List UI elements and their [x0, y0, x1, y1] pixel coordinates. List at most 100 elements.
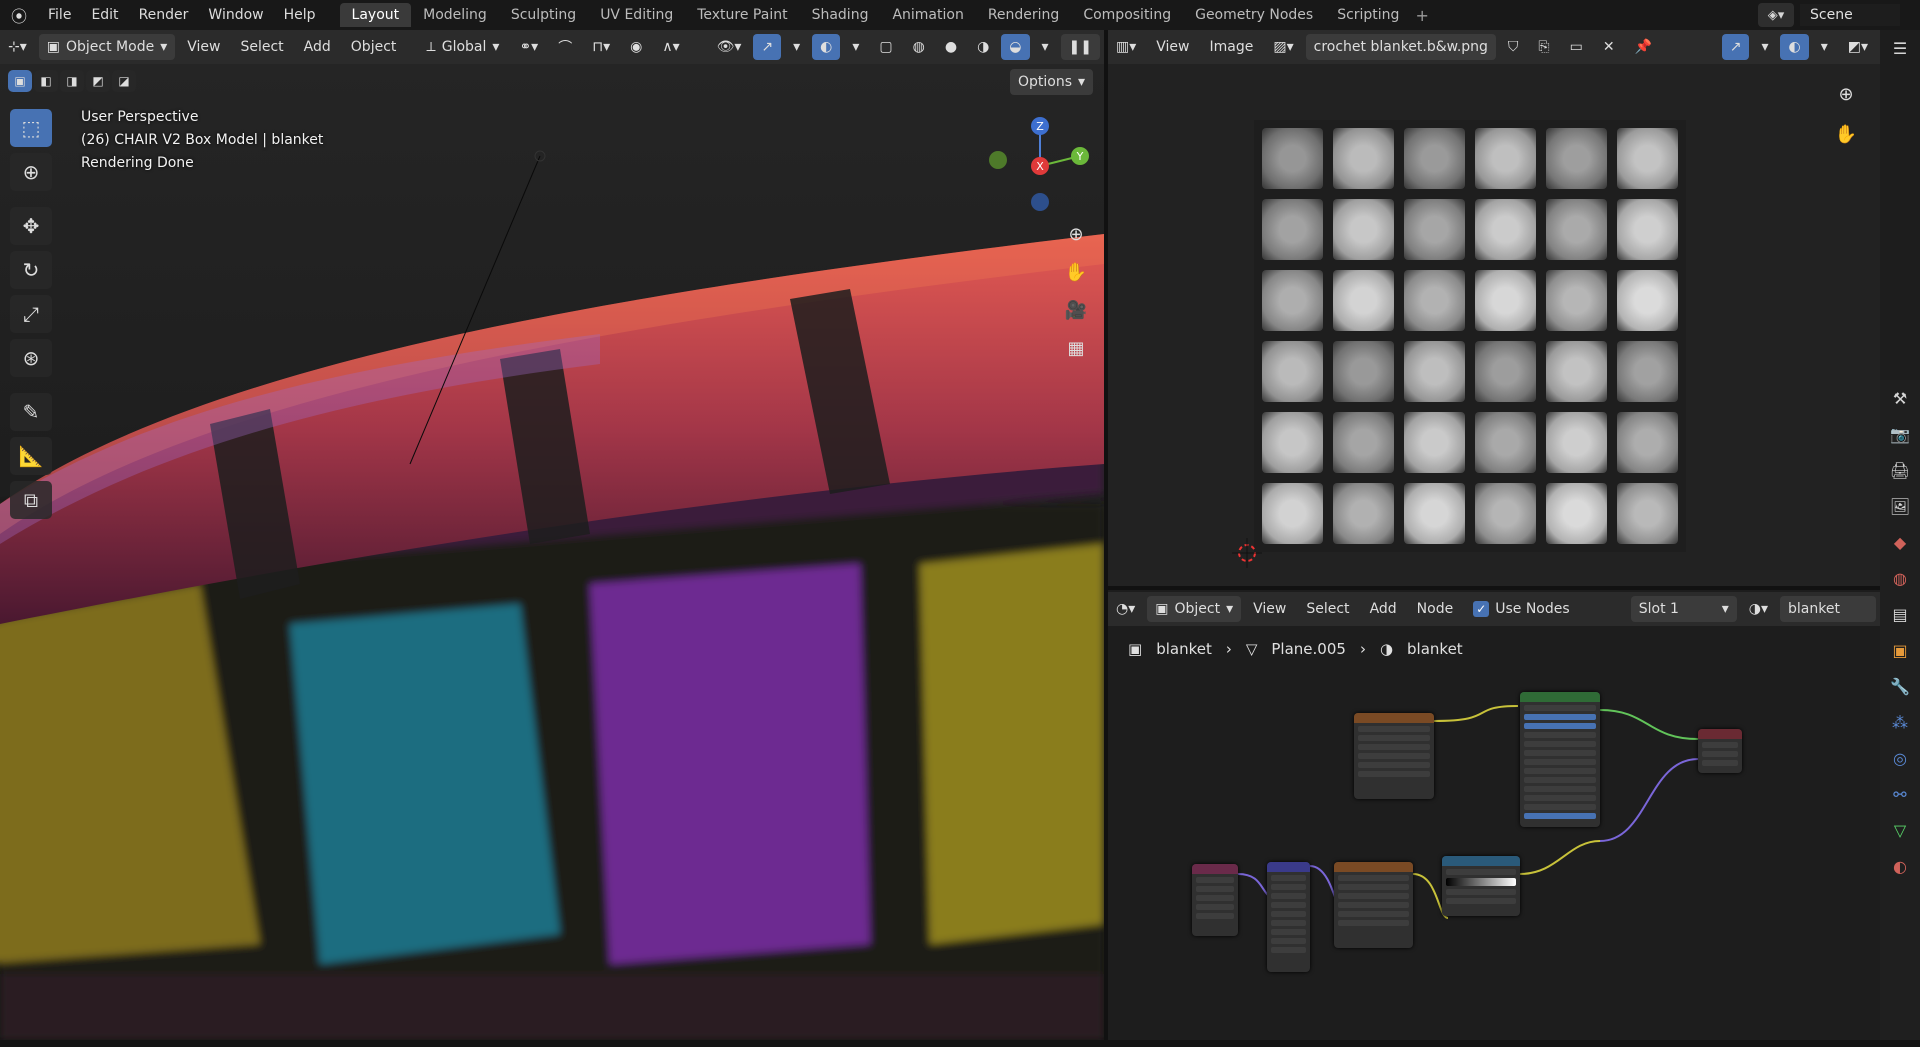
menu-file[interactable]: File — [38, 7, 81, 23]
navigation-gizmo[interactable]: Z X Y — [980, 104, 1100, 224]
scene-icon[interactable]: ◈▾ — [1758, 3, 1794, 27]
proportional-edit-icon[interactable]: ◉ — [622, 34, 650, 60]
shading-solid-icon[interactable]: ● — [937, 34, 965, 60]
select-subtract-icon[interactable]: ◨ — [60, 70, 84, 92]
data-properties-icon[interactable]: ▽ — [1880, 812, 1920, 848]
material-name-field[interactable]: blanket — [1780, 596, 1876, 622]
blender-logo-icon[interactable]: ⦿ — [0, 0, 38, 30]
select-extend-icon[interactable]: ◧ — [34, 70, 58, 92]
menu-select-node[interactable]: Select — [1298, 596, 1357, 622]
node-editor-type-icon[interactable]: ◔▾ — [1108, 596, 1143, 622]
menu-add[interactable]: Add — [296, 34, 339, 60]
tab-sculpting[interactable]: Sculpting — [499, 3, 588, 27]
view-layer-icon[interactable]: 🖼 — [1880, 488, 1920, 524]
select-invert-icon[interactable]: ◩ — [86, 70, 110, 92]
overlay-toggle-icon[interactable]: ◐ — [812, 34, 841, 60]
tab-texture-paint[interactable]: Texture Paint — [685, 3, 799, 27]
select-intersect-icon[interactable]: ◪ — [112, 70, 136, 92]
tab-modeling[interactable]: Modeling — [411, 3, 499, 27]
measure-icon[interactable]: 📐 — [10, 437, 52, 475]
node-texture-coordinate[interactable] — [1192, 864, 1238, 936]
tab-animation[interactable]: Animation — [880, 3, 975, 27]
menu-edit[interactable]: Edit — [81, 7, 128, 23]
close-icon[interactable]: ✕ — [1595, 34, 1623, 60]
material-properties-icon[interactable]: ◐ — [1880, 848, 1920, 884]
image-overlay-icon[interactable]: ◐ — [1780, 34, 1809, 60]
cursor-icon[interactable]: ⊕ — [10, 153, 52, 191]
menu-view-node[interactable]: View — [1245, 596, 1294, 622]
world-properties-icon[interactable]: ◍ — [1880, 560, 1920, 596]
tab-scripting[interactable]: Scripting — [1325, 3, 1411, 27]
display-channels-icon[interactable]: ◩▾ — [1840, 34, 1876, 60]
camera-icon[interactable]: 🎥 — [1060, 294, 1092, 326]
scene-properties-icon[interactable]: ◆ — [1880, 524, 1920, 560]
render-properties-icon[interactable]: 📷 — [1880, 416, 1920, 452]
overlay-dropdown-icon[interactable]: ▾ — [844, 34, 867, 60]
rotate-icon[interactable]: ↻ — [10, 251, 52, 289]
menu-render[interactable]: Render — [129, 7, 199, 23]
tab-compositing[interactable]: Compositing — [1071, 3, 1183, 27]
image-browse-icon[interactable]: ▨▾ — [1265, 34, 1301, 60]
xray-icon[interactable]: ▢ — [871, 34, 900, 60]
add-workspace-button[interactable]: + — [1415, 6, 1428, 25]
transform-icon[interactable]: ⊛ — [10, 339, 52, 377]
image-gizmo-icon[interactable]: ↗ — [1721, 34, 1750, 60]
node-image-texture[interactable] — [1354, 713, 1434, 799]
physics-properties-icon[interactable]: ◎ — [1880, 740, 1920, 776]
fake-user-shield-icon[interactable]: ⛉ — [1500, 34, 1527, 60]
2d-cursor-icon[interactable] — [1232, 538, 1262, 568]
menu-help[interactable]: Help — [274, 7, 326, 23]
menu-image[interactable]: Image — [1202, 34, 1262, 60]
menu-window[interactable]: Window — [198, 7, 273, 23]
scene-name[interactable]: Scene — [1800, 4, 1900, 26]
particles-properties-icon[interactable]: ⁂ — [1880, 704, 1920, 740]
node-material-output[interactable] — [1698, 729, 1742, 773]
pin-icon[interactable]: 📌 — [1627, 34, 1660, 60]
snap-icon[interactable]: ⌒ — [550, 34, 580, 60]
slot-dropdown[interactable]: Slot 1 ▾ — [1630, 596, 1737, 622]
add-cube-icon[interactable]: ⧉ — [10, 481, 52, 519]
open-folder-icon[interactable]: ▭ — [1562, 34, 1591, 60]
shader-type-dropdown[interactable]: ▣ Object ▾ — [1147, 596, 1242, 622]
material-browse-icon[interactable]: ◑▾ — [1741, 596, 1776, 622]
new-image-icon[interactable]: ⎘ — [1530, 34, 1557, 60]
output-properties-icon[interactable]: 🖨 — [1880, 452, 1920, 488]
area-divider-vertical[interactable] — [1104, 30, 1108, 1047]
tab-shading[interactable]: Shading — [800, 3, 881, 27]
snap-target-icon[interactable]: ⊓▾ — [584, 34, 618, 60]
image-gizmo-dropdown-icon[interactable]: ▾ — [1753, 34, 1776, 60]
zoom-icon[interactable]: ⊕ — [1060, 218, 1092, 250]
image-editor-type-icon[interactable]: ▥▾ — [1108, 34, 1144, 60]
tab-geometry-nodes[interactable]: Geometry Nodes — [1183, 3, 1325, 27]
image-overlay-dropdown-icon[interactable]: ▾ — [1813, 34, 1836, 60]
node-image-texture-bw[interactable] — [1334, 862, 1413, 948]
shading-dropdown-icon[interactable]: ▾ — [1034, 34, 1057, 60]
menu-add-node[interactable]: Add — [1362, 596, 1405, 622]
grid-ortho-icon[interactable]: ▦ — [1060, 332, 1092, 364]
node-color-ramp[interactable] — [1442, 856, 1520, 916]
pause-render-icon[interactable]: ❚❚ — [1060, 34, 1100, 60]
select-new-icon[interactable]: ▣ — [8, 70, 32, 92]
node-mapping[interactable] — [1267, 862, 1310, 972]
pivot-icon[interactable]: ⚭▾ — [511, 34, 546, 60]
shading-wireframe-icon[interactable]: ◍ — [905, 34, 933, 60]
options-dropdown[interactable]: Options ▾ — [1010, 69, 1094, 95]
area-divider-horizontal[interactable] — [1108, 586, 1880, 590]
outliner-type-icon[interactable]: ☰ — [1880, 30, 1920, 66]
node-editor-canvas[interactable]: ▣ blanket › ▽ Plane.005 › ◑ blanket — [1108, 626, 1880, 1040]
annotate-icon[interactable]: ✎ — [10, 393, 52, 431]
tab-layout[interactable]: Layout — [339, 3, 412, 27]
gizmo-toggle-icon[interactable]: ↗ — [753, 34, 782, 60]
menu-view-image[interactable]: View — [1148, 34, 1197, 60]
shading-rendered-icon[interactable]: ◒ — [1001, 34, 1030, 60]
falloff-icon[interactable]: ∧▾ — [654, 34, 687, 60]
use-nodes-checkbox[interactable]: ✓ Use Nodes — [1465, 596, 1577, 622]
object-properties-icon[interactable]: ▣ — [1880, 632, 1920, 668]
constraints-properties-icon[interactable]: ⚯ — [1880, 776, 1920, 812]
image-zoom-icon[interactable]: ⊕ — [1830, 78, 1862, 110]
editor-type-icon[interactable]: ⊹▾ — [0, 34, 35, 60]
pan-hand-icon[interactable]: ✋ — [1060, 256, 1092, 288]
select-box-icon[interactable]: ⬚ — [10, 109, 52, 147]
visibility-icon[interactable]: 👁▾ — [709, 34, 750, 60]
collection-properties-icon[interactable]: ▤ — [1880, 596, 1920, 632]
